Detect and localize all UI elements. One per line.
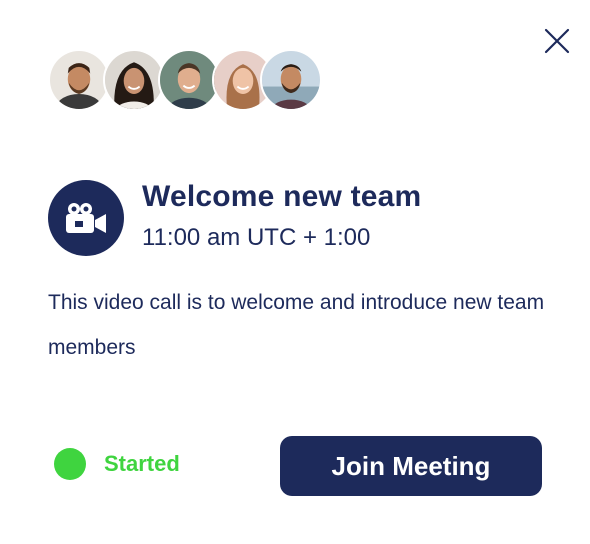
event-description: This video call is to welcome and introd… <box>48 291 545 359</box>
meeting-status: Started <box>54 448 180 480</box>
event-time: 11:00 am UTC + 1:00 <box>142 224 371 251</box>
avatar[interactable] <box>103 49 165 111</box>
video-camera-icon <box>66 203 106 233</box>
status-indicator-dot <box>54 448 86 480</box>
join-meeting-button[interactable]: Join Meeting <box>280 436 542 496</box>
event-video-icon-badge <box>48 180 124 256</box>
participant-avatars <box>48 49 328 111</box>
avatar[interactable] <box>158 49 220 111</box>
status-label: Started <box>104 451 180 476</box>
avatar[interactable] <box>48 49 110 111</box>
meeting-card: Welcome new team 11:00 am UTC + 1:00 Thi… <box>0 0 590 544</box>
close-icon <box>544 28 570 54</box>
close-button[interactable] <box>543 27 571 55</box>
event-title: Welcome new team <box>142 180 422 213</box>
avatar[interactable] <box>260 49 322 111</box>
